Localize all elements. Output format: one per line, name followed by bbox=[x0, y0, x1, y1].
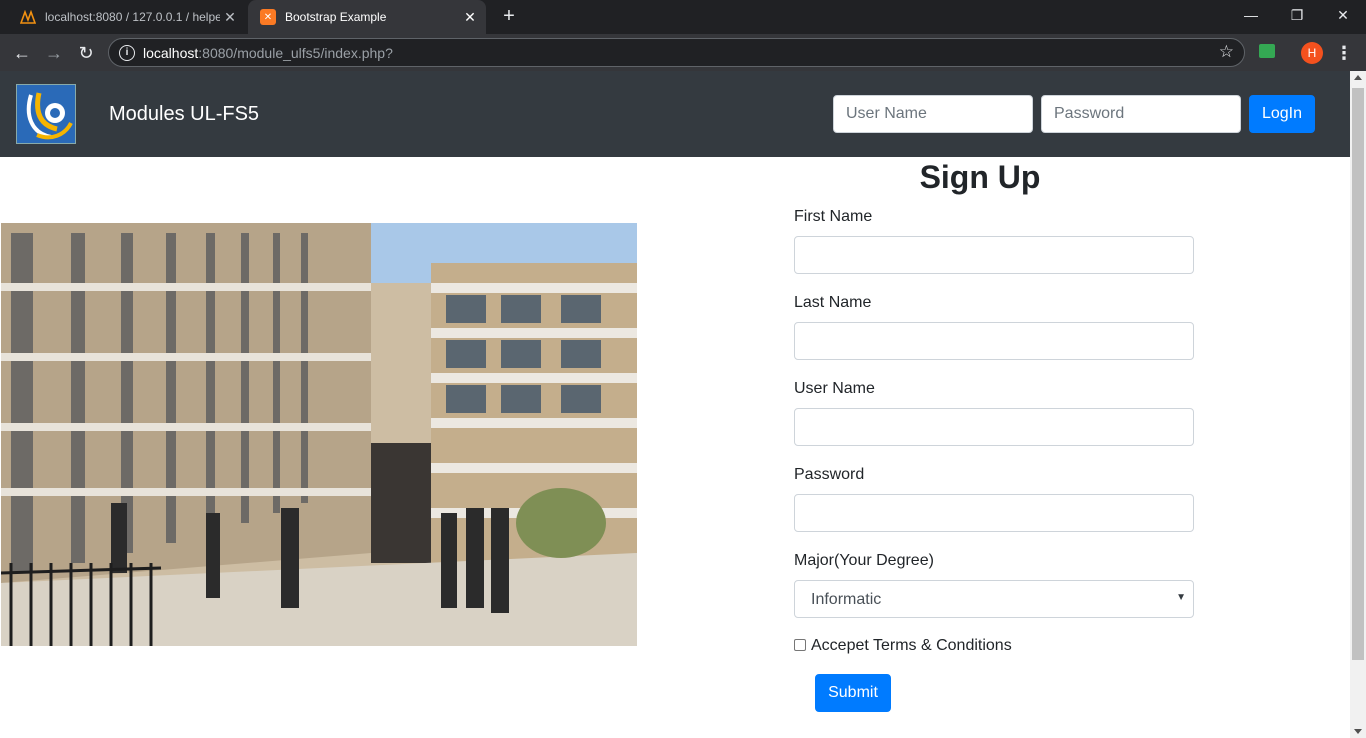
first-name-input[interactable] bbox=[794, 236, 1194, 274]
major-selected-value: Informatic bbox=[811, 591, 882, 608]
url-text: localhost:8080/module_ulfs5/index.php? bbox=[143, 45, 393, 61]
new-tab-icon[interactable]: + bbox=[498, 6, 520, 28]
site-navbar: Modules UL-FS5 LogIn bbox=[0, 71, 1350, 157]
profile-avatar[interactable]: H bbox=[1301, 42, 1323, 64]
campus-photo bbox=[1, 223, 637, 646]
close-window-icon[interactable]: ✕ bbox=[1320, 0, 1366, 30]
login-username-input[interactable] bbox=[833, 95, 1033, 133]
phpmyadmin-icon bbox=[20, 9, 36, 25]
address-bar[interactable]: i localhost:8080/module_ulfs5/index.php?… bbox=[108, 38, 1245, 67]
major-select[interactable]: Informatic ▼ bbox=[794, 580, 1194, 618]
close-tab-icon[interactable]: ✕ bbox=[460, 9, 480, 26]
close-tab-icon[interactable]: ✕ bbox=[220, 9, 240, 26]
browser-menu-icon[interactable]: ⋮ bbox=[1334, 40, 1354, 66]
forward-icon[interactable]: → bbox=[41, 40, 67, 66]
url-path: :8080/module_ulfs5/index.php? bbox=[198, 45, 393, 61]
major-label: Major(Your Degree) bbox=[794, 552, 934, 569]
info-icon[interactable]: i bbox=[119, 45, 135, 61]
tab-phpmyadmin[interactable]: localhost:8080 / 127.0.0.1 / helpe ✕ bbox=[8, 0, 246, 34]
login-button[interactable]: LogIn bbox=[1249, 95, 1315, 133]
browser-tab-strip: localhost:8080 / 127.0.0.1 / helpe ✕ ✕ B… bbox=[0, 0, 1366, 34]
last-name-label: Last Name bbox=[794, 294, 872, 311]
bookmark-star-icon[interactable]: ☆ bbox=[1219, 42, 1234, 62]
restore-icon[interactable]: ❐ bbox=[1274, 0, 1320, 30]
university-logo[interactable] bbox=[16, 84, 76, 144]
signup-title: Sign Up bbox=[919, 159, 1041, 195]
submit-button[interactable]: Submit bbox=[815, 674, 891, 712]
xampp-icon: ✕ bbox=[260, 9, 276, 25]
password-input[interactable] bbox=[794, 494, 1194, 532]
chevron-down-icon: ▼ bbox=[1176, 592, 1186, 603]
scroll-down-icon[interactable] bbox=[1354, 729, 1362, 734]
terms-checkbox[interactable] bbox=[794, 639, 806, 651]
back-icon[interactable]: ← bbox=[9, 40, 35, 66]
minimize-icon[interactable]: — bbox=[1228, 0, 1274, 30]
extension-icon[interactable] bbox=[1259, 44, 1275, 58]
scrollbar-thumb[interactable] bbox=[1352, 88, 1364, 660]
tab-title: localhost:8080 / 127.0.0.1 / helpe bbox=[45, 10, 220, 24]
username-label: User Name bbox=[794, 380, 875, 397]
terms-label[interactable]: Accepet Terms & Conditions bbox=[811, 637, 1012, 655]
reload-icon[interactable]: ↻ bbox=[73, 40, 99, 66]
tab-title: Bootstrap Example bbox=[285, 10, 387, 24]
login-password-input[interactable] bbox=[1041, 95, 1241, 133]
password-label: Password bbox=[794, 466, 865, 483]
last-name-input[interactable] bbox=[794, 322, 1194, 360]
url-host: localhost bbox=[143, 45, 199, 61]
username-input[interactable] bbox=[794, 408, 1194, 446]
scroll-up-icon[interactable] bbox=[1354, 75, 1362, 80]
brand-title[interactable]: Modules UL-FS5 bbox=[109, 103, 259, 126]
page-viewport: Modules UL-FS5 LogIn bbox=[0, 71, 1350, 738]
tab-bootstrap-example[interactable]: ✕ Bootstrap Example ✕ bbox=[248, 0, 486, 34]
page-scrollbar[interactable] bbox=[1350, 71, 1366, 738]
first-name-label: First Name bbox=[794, 208, 873, 225]
browser-toolbar: ← → ↻ i localhost:8080/module_ulfs5/inde… bbox=[0, 34, 1366, 71]
